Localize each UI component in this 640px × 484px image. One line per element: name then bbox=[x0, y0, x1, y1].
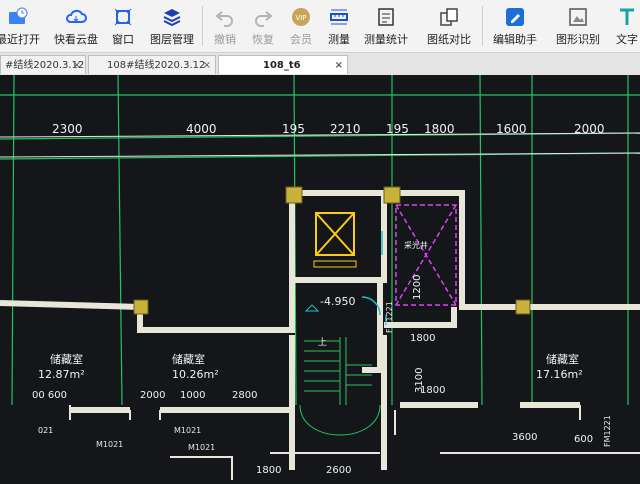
toolbar-separator bbox=[202, 6, 203, 46]
close-icon[interactable]: × bbox=[335, 56, 343, 74]
dimension-label: 00 600 bbox=[32, 390, 67, 401]
room-area: 12.87m² bbox=[38, 368, 85, 381]
main-toolbar: 最近打开 快看云盘 窗口 图层管理 撤销 恢复 VIP 会员 测量 测量统计 图… bbox=[0, 0, 640, 53]
axis-grid bbox=[0, 74, 640, 406]
dimension-label: 1800 bbox=[424, 122, 455, 136]
measure-stats-icon bbox=[378, 8, 394, 26]
dimension-label: 195 bbox=[386, 122, 409, 136]
measure-stats-button[interactable]: 测量统计 bbox=[362, 4, 410, 50]
close-icon[interactable]: × bbox=[203, 56, 211, 74]
dimension-label: 1800 bbox=[256, 465, 281, 476]
door-code: M1021 bbox=[188, 443, 215, 452]
recent-open-label: 最近打开 bbox=[0, 33, 40, 46]
undo-label: 撤销 bbox=[214, 33, 236, 46]
walls bbox=[0, 190, 640, 470]
room-name: 储藏室 bbox=[546, 352, 579, 366]
room-name: 储藏室 bbox=[172, 352, 205, 366]
dimension-label: 1000 bbox=[180, 390, 205, 401]
tab-document-1[interactable]: #结线2020.3.12 × bbox=[0, 55, 86, 74]
dimension-label: 1200 bbox=[412, 275, 423, 300]
compare-label: 图纸对比 bbox=[427, 33, 471, 46]
vip-label: 会员 bbox=[290, 33, 312, 46]
stair-up-label: 上 bbox=[318, 337, 327, 348]
shape-recognition-icon bbox=[569, 8, 587, 26]
measure-label: 测量 bbox=[328, 33, 350, 46]
dimension-label: 4000 bbox=[186, 122, 217, 136]
dimension-label: 195 bbox=[282, 122, 305, 136]
tab-document-2[interactable]: 108#结线2020.3.12 × bbox=[88, 55, 216, 74]
vip-button[interactable]: VIP 会员 bbox=[286, 4, 316, 50]
cloud-drive-button[interactable]: 快看云盘 bbox=[52, 4, 100, 50]
redo-button[interactable]: 恢复 bbox=[248, 4, 278, 50]
document-tab-bar: #结线2020.3.12 × 108#结线2020.3.12 × 108_t6 … bbox=[0, 53, 640, 76]
room-area: 10.26m² bbox=[172, 368, 219, 381]
vip-icon: VIP bbox=[292, 8, 310, 26]
redo-icon bbox=[255, 11, 273, 27]
dimension-label: 3600 bbox=[512, 432, 537, 443]
text-tool-label: 文字 bbox=[616, 33, 638, 46]
staircase bbox=[299, 337, 381, 436]
measure-stats-label: 测量统计 bbox=[364, 33, 408, 46]
door-code: M1021 bbox=[96, 440, 123, 449]
room-area: 17.16m² bbox=[536, 368, 583, 381]
close-icon[interactable]: × bbox=[73, 56, 81, 74]
dimension-label: 1600 bbox=[496, 122, 527, 136]
compare-button[interactable]: 图纸对比 bbox=[424, 4, 474, 50]
tab-document-3-label: 108_t6 bbox=[263, 60, 301, 71]
dimension-label: 1800 bbox=[410, 333, 435, 344]
undo-button[interactable]: 撤销 bbox=[210, 4, 240, 50]
edit-assistant-button[interactable]: 编辑助手 bbox=[490, 4, 540, 50]
cloud-icon bbox=[66, 9, 87, 23]
floor-plan-drawing: 储藏室 12.87m² 储藏室 10.26m² 储藏室 17.16m² 采光井 … bbox=[0, 74, 640, 480]
dimension-label: 600 bbox=[574, 434, 593, 445]
dimension-label: 1800 bbox=[420, 385, 445, 396]
dimension-label: 021 bbox=[38, 426, 53, 435]
tab-document-2-label: 108#结线2020.3.12 bbox=[107, 60, 206, 71]
cloud-drive-label: 快看云盘 bbox=[54, 33, 98, 46]
light-well-outline bbox=[395, 204, 457, 306]
dimension-label: 2800 bbox=[232, 390, 257, 401]
dimension-label: 2600 bbox=[326, 465, 351, 476]
door-code: M1021 bbox=[174, 426, 201, 435]
edit-assistant-label: 编辑助手 bbox=[493, 33, 537, 46]
recent-open-button[interactable]: 最近打开 bbox=[0, 4, 40, 50]
layer-manage-button[interactable]: 图层管理 bbox=[148, 4, 196, 50]
text-tool-button[interactable]: 文字 bbox=[612, 4, 640, 50]
compare-icon bbox=[440, 8, 458, 26]
window-icon bbox=[114, 8, 132, 26]
shape-recognition-label: 图形识别 bbox=[556, 33, 600, 46]
toolbar-separator bbox=[482, 6, 483, 46]
folder-clock-icon bbox=[9, 7, 28, 24]
door-code: FM1221 bbox=[603, 415, 612, 447]
layer-manage-label: 图层管理 bbox=[150, 33, 194, 46]
shape-recognition-button[interactable]: 图形识别 bbox=[554, 4, 602, 50]
undo-icon bbox=[215, 11, 233, 27]
wall-details bbox=[69, 405, 640, 480]
dimension-label: 2210 bbox=[330, 122, 361, 136]
dimension-label: 2300 bbox=[52, 122, 83, 136]
door-code: FM1221 bbox=[385, 301, 394, 333]
elevator-shaft bbox=[313, 212, 357, 268]
measure-button[interactable]: 测量 bbox=[324, 4, 354, 50]
window-label: 窗口 bbox=[112, 33, 134, 46]
dimension-label: 2000 bbox=[574, 122, 605, 136]
stair-direction bbox=[304, 304, 320, 312]
text-icon bbox=[620, 8, 634, 25]
light-well-label: 采光井 bbox=[404, 240, 428, 250]
edit-assistant-icon bbox=[506, 8, 524, 26]
room-name: 储藏室 bbox=[50, 352, 83, 366]
top-dimensions: 2300 4000 195 2210 195 1800 1600 2000 bbox=[52, 122, 605, 136]
layers-icon bbox=[163, 9, 181, 27]
svg-text:VIP: VIP bbox=[295, 14, 306, 22]
drawing-canvas[interactable]: 储藏室 12.87m² 储藏室 10.26m² 储藏室 17.16m² 采光井 … bbox=[0, 74, 640, 480]
dimension-label: 2000 bbox=[140, 390, 165, 401]
window-button[interactable]: 窗口 bbox=[108, 4, 138, 50]
elevation-mark: -4.950 bbox=[320, 295, 355, 308]
tab-document-3[interactable]: 108_t6 × bbox=[218, 55, 348, 74]
measure-icon bbox=[330, 9, 348, 25]
redo-label: 恢复 bbox=[252, 33, 274, 46]
